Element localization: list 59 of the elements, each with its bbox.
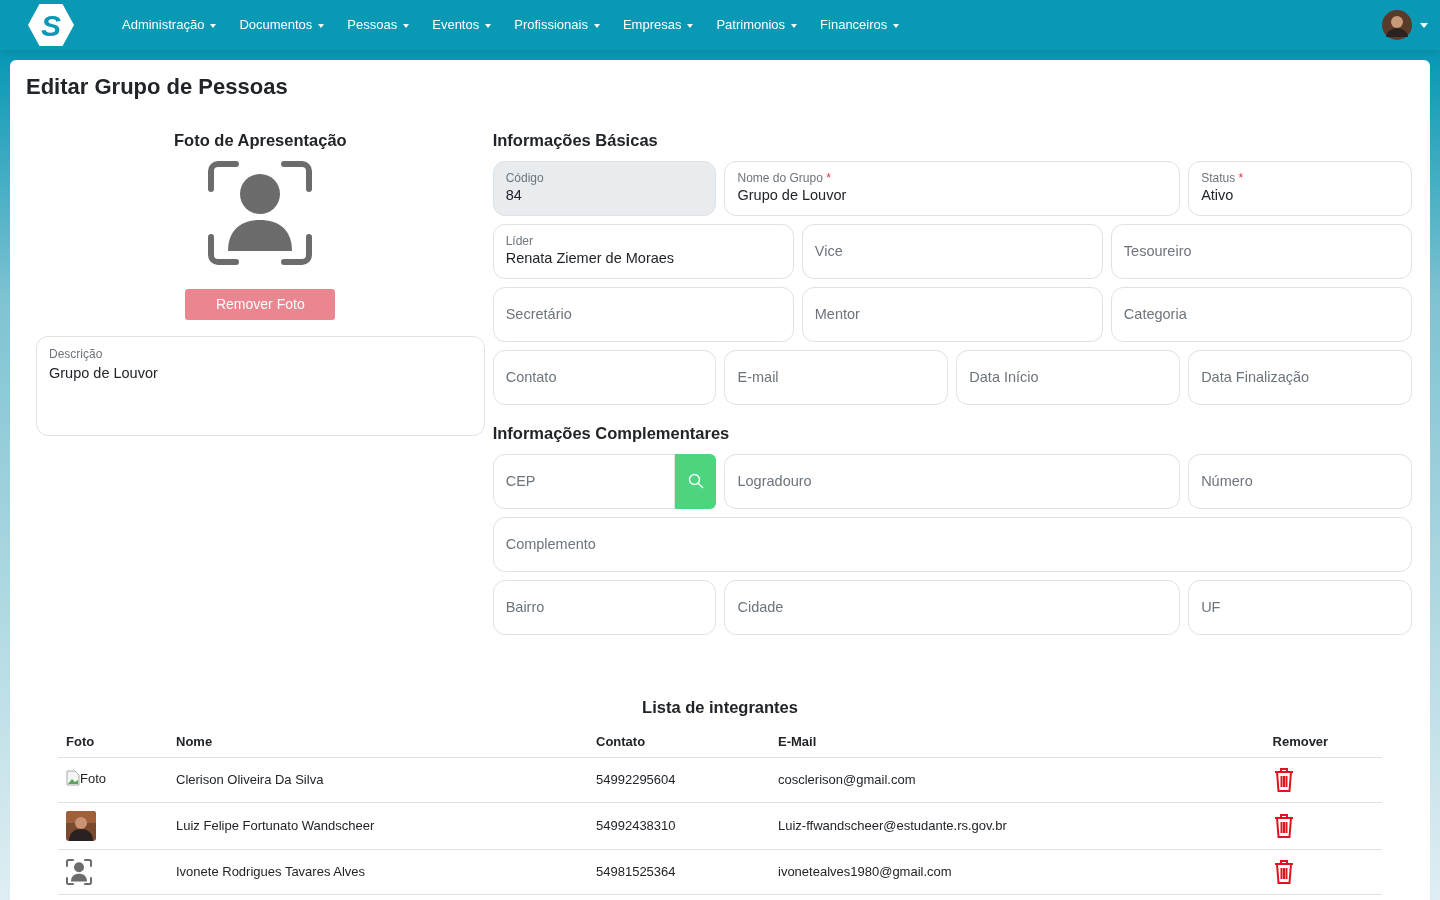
remove-photo-button[interactable]: Remover Foto: [185, 289, 336, 321]
input-field[interactable]: Contato: [492, 350, 717, 406]
input-field[interactable]: Mentor: [801, 287, 1103, 343]
avatar-icon: [1382, 10, 1412, 40]
nav-menu-link[interactable]: Eventos: [432, 15, 492, 35]
nav-menu-link[interactable]: Pessoas: [347, 15, 410, 35]
trash-icon[interactable]: [1272, 813, 1295, 840]
nav-menu-link[interactable]: Patrimonios: [716, 15, 798, 35]
table-cell: 54992438310: [588, 802, 770, 850]
search-icon: [688, 473, 704, 490]
input-field[interactable]: Tesoureiro: [1110, 224, 1412, 280]
table-cell: 54981525364: [588, 849, 770, 895]
table-cell: Luiz-ffwandscheer@estudante.rs.gov.br: [770, 802, 1245, 850]
column-header: Foto: [58, 725, 168, 758]
table-cell: Ivonete Rodrigues Tavares Alves: [168, 849, 588, 895]
column-header: Remover: [1272, 725, 1382, 758]
caret-icon: [1420, 22, 1428, 28]
input-field[interactable]: Secretário: [492, 287, 794, 343]
column-header: Contato: [588, 725, 770, 758]
text-field[interactable]: Nome do Grupo * Grupo de Louvor: [724, 161, 1181, 217]
trash-icon[interactable]: [1272, 859, 1295, 886]
description-field[interactable]: Descrição Grupo de Louvor: [36, 336, 485, 437]
table-cell: 54992295604: [588, 757, 770, 803]
input-field[interactable]: Bairro: [492, 579, 717, 635]
input-field[interactable]: E-mail: [724, 350, 949, 406]
section-title: Informações Básicas: [492, 130, 659, 152]
text-field[interactable]: Status * Ativo: [1188, 161, 1412, 217]
column-header: Nome: [168, 725, 588, 758]
input-field[interactable]: Cidade: [724, 579, 1181, 635]
input-field[interactable]: Categoria: [1110, 287, 1412, 343]
nav-menu-link[interactable]: Profissionais: [514, 15, 600, 35]
section-title: Foto de Apresentação: [173, 130, 348, 152]
broken-image: Foto: [66, 768, 106, 788]
user-menu[interactable]: [1382, 10, 1428, 40]
logo[interactable]: S: [28, 3, 74, 47]
input-field[interactable]: Complemento: [492, 516, 1412, 572]
input-field[interactable]: Vice: [801, 224, 1103, 280]
column-header: E-Mail: [770, 725, 1245, 758]
input-field[interactable]: UF: [1188, 579, 1412, 635]
nav-menu-link[interactable]: Financeiros: [820, 15, 900, 35]
person-placeholder-icon: [208, 161, 313, 266]
trash-icon[interactable]: [1272, 767, 1295, 794]
nav-menu-link[interactable]: Documentos: [239, 15, 325, 35]
table-cell: Clerison Oliveira Da Silva: [168, 757, 588, 803]
input-field[interactable]: Data Finalização: [1188, 350, 1412, 406]
section-title: Informações Complementares: [492, 423, 731, 445]
input-field[interactable]: Logradouro: [724, 453, 1181, 509]
text-field[interactable]: Líder Renata Ziemer de Moraes: [492, 224, 794, 280]
nav-menu-link[interactable]: Empresas: [622, 15, 694, 35]
input-field[interactable]: Data Início: [956, 350, 1181, 406]
page-title: Editar Grupo de Pessoas: [26, 74, 289, 101]
table-cell: ivonetealves1980@gmail.com: [770, 849, 1245, 895]
input-field[interactable]: Número: [1188, 453, 1412, 509]
table-cell: cosclerison@gmail.com: [770, 757, 1245, 803]
input-field[interactable]: CEP: [492, 453, 676, 509]
table-title: Lista de integrantes: [641, 696, 799, 718]
person-placeholder-icon: [66, 859, 92, 886]
table-cell: Luiz Felipe Fortunato Wandscheer: [168, 802, 588, 850]
nav-menu-link[interactable]: Administração: [122, 15, 217, 35]
